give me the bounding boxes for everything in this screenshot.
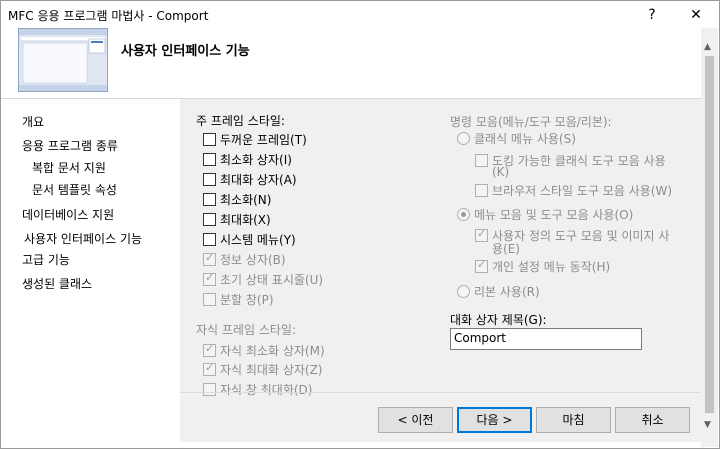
nav-item-database[interactable]: 데이터베이스 지원 <box>22 206 114 223</box>
checkmark-icon: ✓ <box>205 271 215 284</box>
status-bar-label: 초기 상태 표시줄(U) <box>220 273 324 287</box>
split-window-checkbox[interactable] <box>203 293 216 306</box>
checkmark-icon: ✓ <box>477 258 487 271</box>
thick-frame-checkbox[interactable] <box>203 133 216 146</box>
about-box-label: 정보 상자(B) <box>220 253 286 267</box>
wizard-nav: 개요 응용 프로그램 종류 복합 문서 지원 문서 템플릿 속성 데이터베이스 … <box>1 99 179 442</box>
main-frame-heading: 주 프레임 스타일: <box>196 114 285 128</box>
minimize-box-checkbox[interactable] <box>203 153 216 166</box>
nav-item-app-type[interactable]: 응용 프로그램 종류 <box>22 137 118 154</box>
child-maximize-label: 자식 최대화 상자(Z) <box>220 363 323 377</box>
split-window-label: 분할 창(P) <box>220 293 274 307</box>
dialog-title-field[interactable] <box>450 328 642 350</box>
cancel-button[interactable]: 취소 <box>615 407 690 433</box>
child-minimize-checkbox[interactable]: ✓ <box>203 342 216 357</box>
dialog-title-label: 대화 상자 제목(G): <box>450 313 547 327</box>
dialog-title-input[interactable] <box>451 329 634 347</box>
window-title: MFC 응용 프로그램 마법사 - Comport <box>8 9 209 23</box>
nav-item-generated-classes[interactable]: 생성된 클래스 <box>22 275 92 292</box>
button-divider <box>180 392 701 393</box>
minimized-label: 최소화(N) <box>220 193 272 207</box>
maximized-label: 최대화(X) <box>220 213 271 227</box>
vertical-scrollbar[interactable]: ▲ ▼ <box>701 28 718 447</box>
checkmark-icon: ✓ <box>205 251 215 264</box>
close-icon[interactable]: ✕ <box>678 3 714 27</box>
docking-toolbar-label: 도킹 가능한 클래식 도구 모음 사용 <box>492 154 666 168</box>
user-defined-toolbar-label-cont: 용(E) <box>492 242 520 256</box>
ribbon-label: 리본 사용(R) <box>474 285 540 299</box>
browser-toolbar-checkbox[interactable] <box>475 184 488 197</box>
child-frame-heading: 자식 프레임 스타일: <box>196 323 296 337</box>
finish-button[interactable]: 마침 <box>536 407 611 433</box>
scroll-down-icon[interactable]: ▼ <box>704 420 711 430</box>
nav-item-overview[interactable]: 개요 <box>22 113 44 130</box>
personal-menu-label: 개인 설정 메뉴 동작(H) <box>492 260 611 274</box>
nav-item-compound-doc[interactable]: 복합 문서 지원 <box>32 159 106 176</box>
title-bar: MFC 응용 프로그램 마법사 - Comport ? ✕ <box>1 1 719 28</box>
checkmark-icon: ✓ <box>477 227 487 240</box>
minimize-box-label: 최소화 상자(I) <box>220 153 292 167</box>
thick-frame-label: 두꺼운 프레임(T) <box>220 133 307 147</box>
browser-toolbar-label: 브라우저 스타일 도구 모음 사용(W) <box>492 184 673 198</box>
maximized-checkbox[interactable] <box>203 213 216 226</box>
menubar-toolbar-label: 메뉴 모음 및 도구 모음 사용(O) <box>474 208 634 222</box>
system-menu-checkbox[interactable] <box>203 233 216 246</box>
personal-menu-checkbox[interactable]: ✓ <box>475 258 488 273</box>
prev-button[interactable]: < 이전 <box>378 407 453 433</box>
system-menu-label: 시스템 메뉴(Y) <box>220 233 296 247</box>
user-defined-toolbar-checkbox[interactable]: ✓ <box>475 227 488 242</box>
next-button[interactable]: 다음 > <box>457 407 532 433</box>
docking-toolbar-checkbox[interactable] <box>475 154 488 167</box>
status-bar-checkbox[interactable]: ✓ <box>203 271 216 286</box>
nav-item-doc-template[interactable]: 문서 템플릿 속성 <box>32 181 117 198</box>
child-minimize-label: 자식 최소화 상자(M) <box>220 344 325 358</box>
nav-item-ui-features[interactable]: 사용자 인터페이스 기능 <box>24 230 142 247</box>
menubar-toolbar-radio[interactable] <box>457 208 470 221</box>
docking-toolbar-label-cont: (K) <box>492 165 510 179</box>
minimized-checkbox[interactable] <box>203 193 216 206</box>
page-title: 사용자 인터페이스 기능 <box>121 44 250 59</box>
nav-item-advanced[interactable]: 고급 기능 <box>22 251 70 268</box>
page-header: 사용자 인터페이스 기능 <box>1 28 701 98</box>
about-box-checkbox[interactable]: ✓ <box>203 251 216 266</box>
child-maximized-label: 자식 창 최대화(D) <box>220 383 313 397</box>
checkmark-icon: ✓ <box>205 342 215 355</box>
classic-menu-label: 클래식 메뉴 사용(S) <box>474 132 576 146</box>
child-maximized-checkbox[interactable] <box>203 383 216 396</box>
ribbon-radio[interactable] <box>457 285 470 298</box>
maximize-box-label: 최대화 상자(A) <box>220 173 297 187</box>
wizard-thumbnail-image <box>18 28 108 92</box>
scroll-thumb[interactable] <box>705 56 714 413</box>
child-maximize-checkbox[interactable]: ✓ <box>203 361 216 376</box>
maximize-box-checkbox[interactable] <box>203 173 216 186</box>
checkmark-icon: ✓ <box>205 361 215 374</box>
help-icon[interactable]: ? <box>634 3 670 27</box>
classic-menu-radio[interactable] <box>457 132 470 145</box>
command-bars-heading: 명령 모음(메뉴/도구 모음/리본): <box>450 115 612 129</box>
scroll-up-icon[interactable]: ▲ <box>704 42 711 52</box>
